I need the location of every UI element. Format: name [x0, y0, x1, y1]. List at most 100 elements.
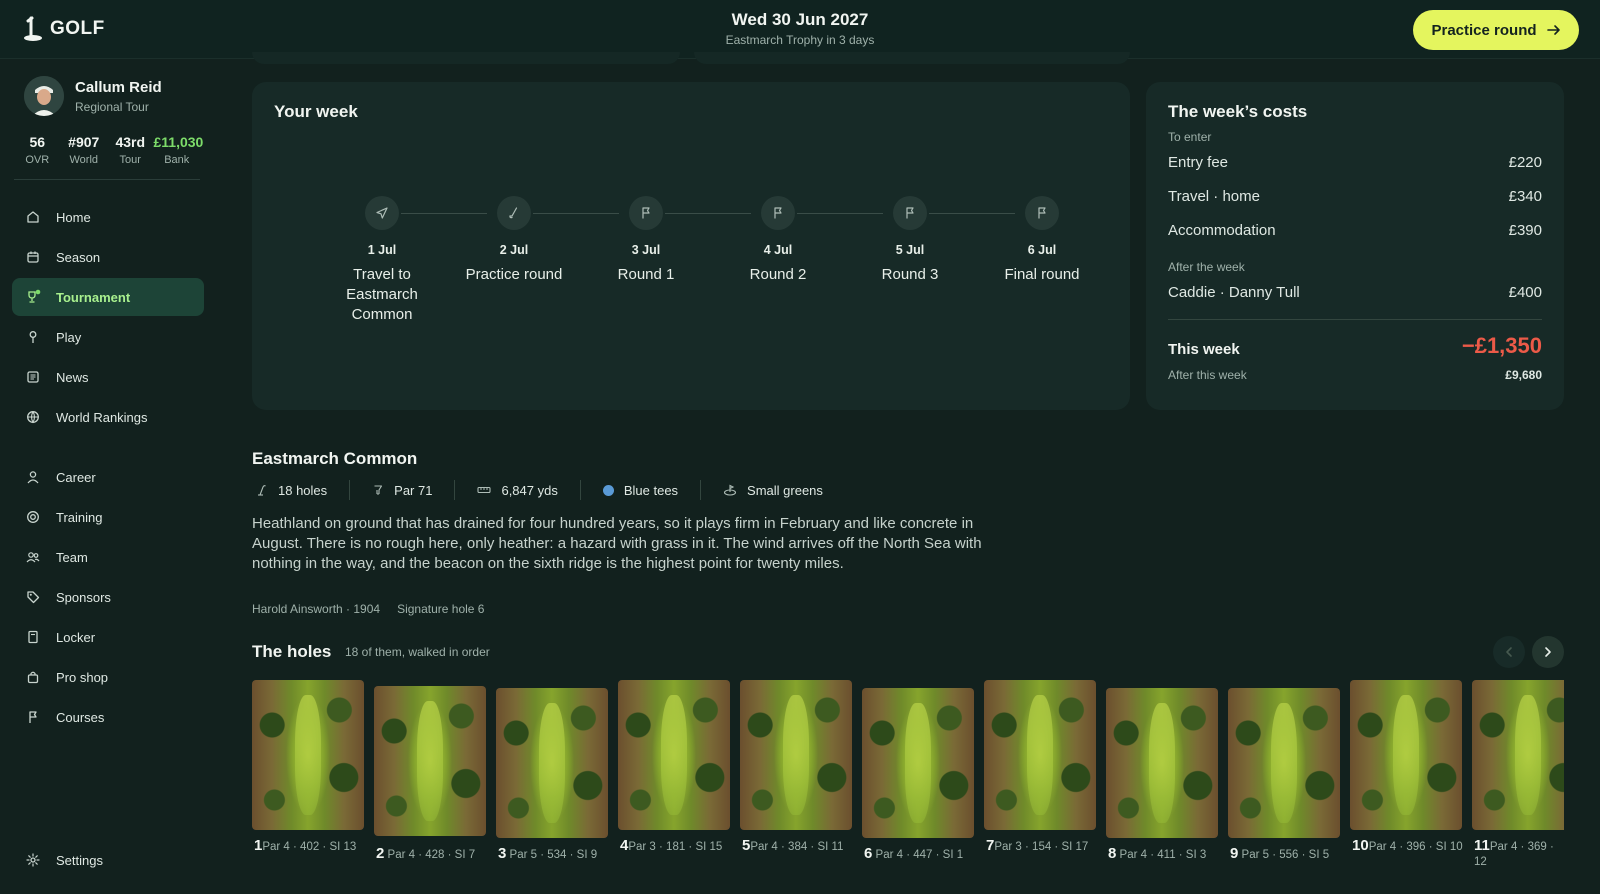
sidebar-item-team[interactable]: Team: [12, 538, 204, 576]
sidebar-item-home[interactable]: Home: [12, 198, 204, 236]
hole-aerial-image: [740, 680, 852, 830]
hole-info: Par 3 · 181 · SI 15: [628, 841, 723, 853]
sidebar-item-news[interactable]: News: [12, 358, 204, 396]
hole-caption: 10Par 4 · 396 · SI 10: [1352, 838, 1464, 855]
sidebar-item-label: Locker: [56, 629, 96, 645]
stat-world: #907 World: [61, 134, 108, 179]
gear-icon: [25, 852, 41, 868]
blue-tee-dot: [602, 484, 614, 496]
date-header: Wed 30 Jun 2027 Eastmarch Trophy in 3 da…: [600, 10, 1000, 47]
cost-label: Travel · home: [1168, 188, 1260, 205]
sidebar-item-locker[interactable]: Locker: [12, 618, 204, 656]
week-step-travel[interactable]: 1 Jul Travel to Eastmarch Common: [320, 196, 444, 325]
hole-caption: 2 Par 4 · 428 · SI 7: [376, 846, 488, 863]
hole-number: 11: [1474, 837, 1490, 854]
stat-value: #907: [68, 134, 100, 150]
sidebar: Callum Reid Regional Tour 56 OVR #907 Wo…: [0, 60, 216, 894]
cost-label: Entry fee: [1168, 154, 1229, 171]
hole-info: Par 5 · 534 · SI 9: [509, 849, 598, 861]
step-label: Round 2: [749, 266, 807, 283]
app-logo[interactable]: GOLF: [22, 16, 105, 42]
stat-value: £11,030: [153, 134, 204, 150]
sidebar-item-tournament[interactable]: Tournament: [12, 278, 204, 316]
divider: [1168, 319, 1542, 320]
newspaper-icon: [25, 369, 41, 385]
step-date: 4 Jul: [763, 243, 793, 257]
hole-aerial-image: [496, 688, 608, 838]
total-label: This week: [1168, 341, 1240, 358]
chip-yardage: 6,847 yds: [454, 480, 579, 500]
balance-after-label: After this week: [1168, 368, 1247, 382]
trophy-icon: [25, 289, 41, 305]
sidebar-item-sponsors[interactable]: Sponsors: [12, 578, 204, 616]
week-step-round-2[interactable]: 4 Jul Round 2: [716, 196, 840, 285]
top-bar: GOLF Wed 30 Jun 2027 Eastmarch Trophy in…: [0, 0, 1600, 59]
sidebar-item-courses[interactable]: Courses: [12, 698, 204, 736]
golf-logo-icon: [24, 16, 42, 41]
globe-icon: [25, 409, 41, 425]
chip-label: Blue tees: [623, 482, 679, 498]
course-facts: 18 holes Par 71 6,847 yds Blue tees Smal…: [252, 480, 845, 500]
hole-aerial-image: [1350, 680, 1462, 830]
sidebar-item-label: Tournament: [56, 289, 131, 305]
cost-row-entry-fee: Entry fee £220: [1168, 154, 1542, 171]
holes-carousel[interactable]: 1Par 4 · 402 · SI 13 2 Par 4 · 428 · SI …: [252, 678, 1564, 894]
hole-number: 8: [1108, 845, 1117, 862]
hole-aerial-image: [1228, 688, 1340, 838]
stat-label: Bank: [164, 154, 190, 166]
player-profile[interactable]: Callum Reid Regional Tour: [24, 76, 162, 116]
week-step-round-1[interactable]: 3 Jul Round 1: [584, 196, 708, 285]
sidebar-item-label: Team: [56, 549, 88, 565]
chip-holes: 18 holes: [252, 480, 349, 500]
current-date: Wed 30 Jun 2027: [731, 10, 869, 29]
week-title: Your week: [274, 102, 358, 121]
hole-number: 3: [498, 845, 507, 862]
club-icon: [497, 196, 531, 230]
week-step-round-3[interactable]: 5 Jul Round 3: [848, 196, 972, 285]
step-label: Final round: [1004, 266, 1080, 283]
hole-caption: 7Par 3 · 154 · SI 17: [986, 838, 1098, 855]
scrolled-panel-edge: [252, 52, 680, 64]
costs-title: The week’s costs: [1168, 102, 1308, 121]
cost-label: Caddie · Danny Tull: [1168, 284, 1300, 301]
hole-number: 10: [1352, 837, 1369, 854]
hole-caption: 6 Par 4 · 447 · SI 1: [864, 846, 976, 863]
practice-round-button[interactable]: Practice round: [1413, 10, 1579, 50]
holes-next-button[interactable]: [1532, 636, 1564, 668]
holes-prev-button[interactable]: [1493, 636, 1525, 668]
week-step-practice[interactable]: 2 Jul Practice round: [452, 196, 576, 285]
week-step-final-round[interactable]: 6 Jul Final round: [980, 196, 1104, 285]
sidebar-item-season[interactable]: Season: [12, 238, 204, 276]
hole-caption: 3 Par 5 · 534 · SI 9: [498, 846, 610, 863]
sidebar-item-play[interactable]: Play: [12, 318, 204, 356]
week-costs-panel: The week’s costs To enter Entry fee £220…: [1146, 82, 1564, 410]
player-name: Callum Reid: [75, 78, 162, 96]
cost-row-travel: Travel · home £340: [1168, 188, 1542, 205]
sidebar-item-career[interactable]: Career: [12, 458, 204, 496]
hole-info: Par 4 · 428 · SI 7: [387, 849, 476, 861]
hole-caption: 5Par 4 · 384 · SI 11: [742, 838, 854, 855]
sidebar-item-pro-shop[interactable]: Pro shop: [12, 658, 204, 696]
course-meta: Harold Ainsworth · 1904 Signature hole 6: [252, 602, 484, 616]
hole-info: Par 5 · 556 · SI 5: [1241, 849, 1330, 861]
hole-number: 2: [376, 845, 385, 862]
step-label: Round 1: [617, 266, 675, 283]
cost-value: £400: [1508, 284, 1542, 301]
chip-label: Small greens: [747, 482, 823, 498]
flag-icon: [761, 196, 795, 230]
sidebar-item-world-rankings[interactable]: World Rankings: [12, 398, 204, 436]
flag-icon: [629, 196, 663, 230]
bag-icon: [25, 669, 41, 685]
cost-value: £220: [1508, 154, 1542, 171]
sidebar-item-training[interactable]: Training: [12, 498, 204, 536]
practice-round-label: Practice round: [1431, 21, 1537, 39]
avatar: [24, 76, 64, 116]
stat-label: OVR: [25, 154, 50, 166]
flag-icon: [1025, 196, 1059, 230]
cost-row-caddie: Caddie · Danny Tull £400: [1168, 284, 1542, 301]
sidebar-item-settings[interactable]: Settings: [12, 841, 204, 879]
target-icon: [25, 509, 41, 525]
step-date: 5 Jul: [895, 243, 925, 257]
player-tour: Regional Tour: [75, 99, 149, 114]
chip-label: 6,847 yds: [501, 482, 558, 498]
